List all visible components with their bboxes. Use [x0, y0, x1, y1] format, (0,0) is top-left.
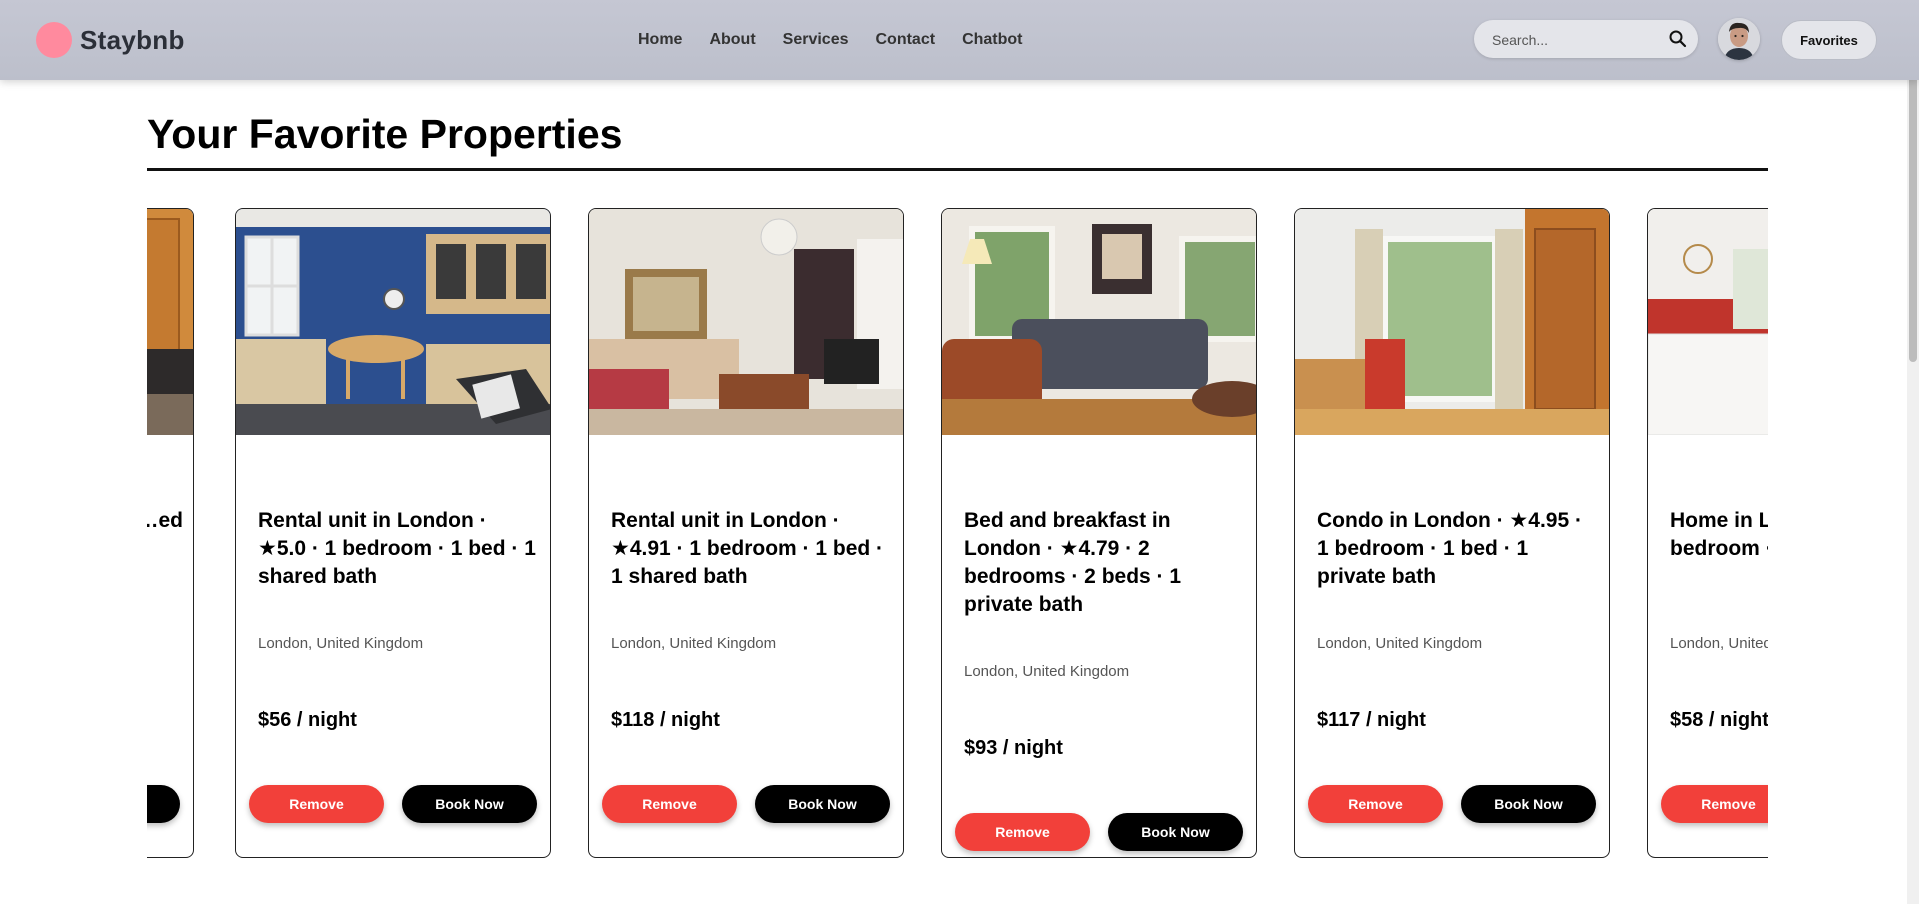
property-title: Condo in London · ★4.95 · 1 bedroom · 1 … — [1317, 509, 1582, 588]
property-card: Home in London · 1 bedroom · 1 shared ba… — [1647, 208, 1768, 858]
property-location: London, United Kingdom — [964, 663, 1130, 680]
property-card: Bed and breakfast in London · ★4.79 · 2 … — [941, 208, 1257, 858]
property-title: …ed — [147, 509, 183, 532]
book-now-button[interactable]: Book Now — [402, 785, 537, 823]
page-title: Your Favorite Properties — [147, 111, 623, 157]
property-title: Rental unit in London · ★4.91 · 1 bedroo… — [611, 509, 884, 588]
property-location: London, United Kingdom — [258, 635, 424, 652]
book-now-button[interactable]: Book Now — [147, 785, 180, 823]
property-card: Rental unit in London · ★4.91 · 1 bedroo… — [588, 208, 904, 858]
property-photo[interactable] — [1295, 209, 1609, 435]
logo-icon[interactable] — [36, 22, 72, 58]
property-card: Condo in London · ★4.95 · 1 bedroom · 1 … — [1294, 208, 1610, 858]
property-photo[interactable] — [589, 209, 903, 435]
property-photo[interactable] — [1648, 209, 1768, 435]
property-title: Home in London · 1 bedroom · 1 shared ba… — [1670, 509, 1768, 560]
remove-button[interactable]: Remove — [602, 785, 737, 823]
property-location: London, United Kingdom — [1317, 635, 1483, 652]
property-location: London, United Kingdom — [1670, 635, 1768, 652]
user-avatar[interactable] — [1718, 18, 1760, 60]
property-photo[interactable] — [942, 209, 1256, 435]
nav-home[interactable]: Home — [638, 28, 682, 52]
property-location: London, United Kingdom — [611, 635, 777, 652]
property-photo[interactable] — [236, 209, 550, 435]
nav-chatbot[interactable]: Chatbot — [962, 28, 1022, 52]
brand-name[interactable]: Staybnb — [80, 22, 185, 58]
property-price: $93 / night — [964, 737, 1063, 759]
book-now-button[interactable]: Book Now — [755, 785, 890, 823]
search-bar — [1474, 20, 1698, 60]
property-photo[interactable] — [147, 209, 193, 435]
page-scrollbar[interactable] — [1907, 0, 1919, 904]
nav-contact[interactable]: Contact — [876, 28, 936, 52]
title-divider — [147, 168, 1768, 171]
nav-services[interactable]: Services — [783, 28, 849, 52]
top-navbar: Staybnb Home About Services Contact Chat… — [0, 0, 1919, 80]
remove-button[interactable]: Remove — [1661, 785, 1768, 823]
property-price: $58 / night — [1670, 709, 1768, 731]
book-now-button[interactable]: Book Now — [1108, 813, 1243, 851]
nav-about[interactable]: About — [709, 28, 755, 52]
book-now-button[interactable]: Book Now — [1461, 785, 1596, 823]
property-card: …ed Book Now — [147, 208, 194, 858]
remove-button[interactable]: Remove — [1308, 785, 1443, 823]
remove-button[interactable]: Remove — [955, 813, 1090, 851]
property-price: $56 / night — [258, 709, 357, 731]
property-card: Rental unit in London · ★5.0 · 1 bedroom… — [235, 208, 551, 858]
search-icon[interactable] — [1668, 29, 1688, 49]
property-title: Bed and breakfast in London · ★4.79 · 2 … — [964, 509, 1182, 616]
favorites-button[interactable]: Favorites — [1781, 20, 1877, 60]
property-title: Rental unit in London · ★5.0 · 1 bedroom… — [258, 509, 536, 588]
search-input[interactable] — [1490, 20, 1664, 60]
main-nav: Home About Services Contact Chatbot — [638, 28, 1023, 52]
property-price: $117 / night — [1317, 709, 1426, 731]
remove-button[interactable]: Remove — [249, 785, 384, 823]
property-price: $118 / night — [611, 709, 720, 731]
favorites-carousel[interactable]: …ed Book Now — [147, 208, 1768, 868]
